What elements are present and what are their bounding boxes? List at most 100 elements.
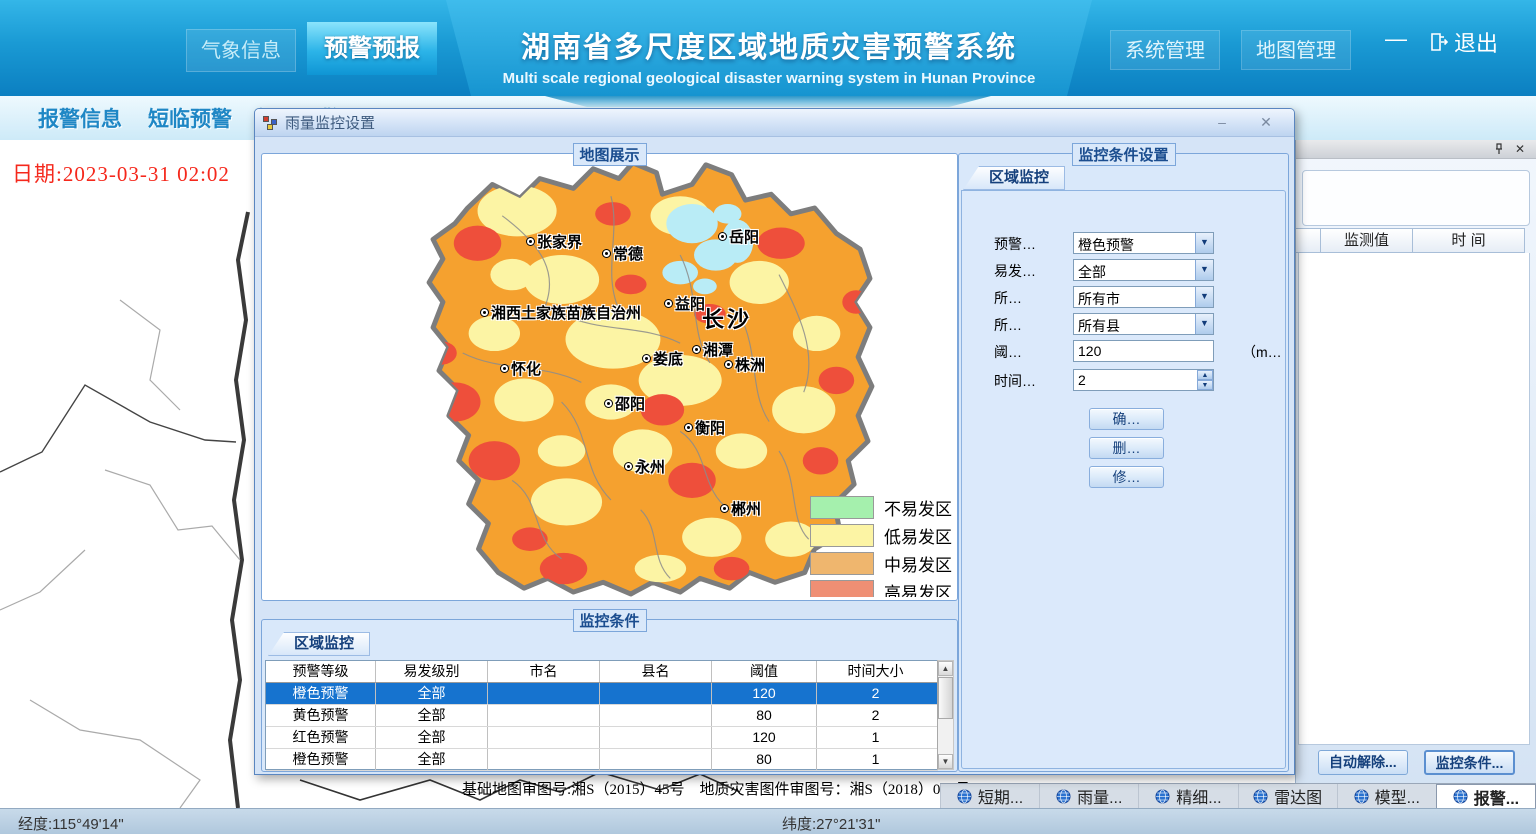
warning-level-select[interactable]: 橙色预警 ▼ (1073, 232, 1214, 254)
nav-button-system-manage[interactable]: 系统管理 (1110, 30, 1220, 70)
city-label: 长沙 (702, 302, 752, 334)
scroll-up-icon[interactable]: ▲ (938, 661, 953, 676)
column-warning-level[interactable]: 预警等级 (266, 661, 376, 682)
city-marker-icon (684, 423, 693, 432)
globe-icon (1354, 789, 1369, 804)
settings-form: 预警… 橙色预警 ▼ 易发… 全部 ▼ 所… 所有市 (961, 190, 1286, 769)
current-date-label: 日期:2023-03-31 02:02 (12, 158, 230, 188)
city-marker-icon (692, 345, 701, 354)
field-label: 所… (994, 288, 1022, 308)
monitor-condition-button[interactable]: 监控条件... (1424, 750, 1516, 775)
column-susceptibility[interactable]: 易发级别 (376, 661, 488, 682)
table-row[interactable]: 黄色预警 全部 80 2 (266, 705, 938, 727)
monitor-conditions-group: 监控条件 区域监控 预警等级 易发级别 市名 县名 阈值 时间大小 橙色预警 全… (261, 619, 958, 772)
window-minimize-button[interactable]: — (1385, 26, 1415, 56)
status-bar: 经度:115°49'14" 纬度:27°21'31" (0, 808, 1536, 834)
spinner-up-icon[interactable]: ▲ (1197, 370, 1213, 380)
taskbar-tab-radar[interactable]: 雷达图 (1238, 784, 1337, 808)
form-icon (263, 116, 277, 130)
column-city[interactable]: 市名 (488, 661, 600, 682)
globe-icon (1453, 789, 1468, 804)
city-marker-icon (604, 399, 613, 408)
dock-table-body (1298, 253, 1530, 745)
region-monitor-tab[interactable]: 区域监控 (963, 166, 1065, 190)
subnav-item-alarm-info[interactable]: 报警信息 (38, 103, 122, 133)
susceptibility-select[interactable]: 全部 ▼ (1073, 259, 1214, 281)
county-select[interactable]: 所有县 ▼ (1073, 313, 1214, 335)
region-monitor-tab[interactable]: 区域监控 (268, 632, 370, 656)
dock-column-monitor-value[interactable]: 监测值 (1321, 228, 1413, 253)
taskbar-tab-label: 模型... (1375, 784, 1420, 808)
select-value: 橙色预警 (1078, 235, 1134, 255)
taskbar-tab-rainfall[interactable]: 雨量... (1039, 784, 1138, 808)
scroll-down-icon[interactable]: ▼ (938, 754, 953, 769)
city-marker-icon (602, 249, 611, 258)
legend-swatch (810, 580, 874, 597)
city-select[interactable]: 所有市 ▼ (1073, 286, 1214, 308)
modify-button[interactable]: 修… (1089, 466, 1164, 488)
dock-titlebar: ✕ (1296, 140, 1536, 159)
subnav-item-nowcast-warning[interactable]: 短临预警 (148, 103, 232, 133)
globe-icon (1155, 789, 1170, 804)
form-row-city: 所… 所有市 ▼ (962, 286, 1285, 308)
banner-bottom-trim (545, 96, 991, 107)
chevron-down-icon[interactable]: ▼ (1195, 314, 1213, 334)
select-value: 全部 (1078, 262, 1106, 282)
dialog-titlebar[interactable]: 雨量监控设置 – ✕ (255, 109, 1294, 137)
field-label: 时间… (994, 371, 1036, 391)
rainfall-monitor-settings-dialog: 雨量监控设置 – ✕ 地图展示 (254, 108, 1295, 775)
field-label: 所… (994, 315, 1022, 335)
nav-tab-weather-info[interactable]: 气象信息 (186, 29, 296, 72)
chevron-down-icon[interactable]: ▼ (1195, 287, 1213, 307)
dock-table-header: 监测值 时 间 (1296, 228, 1536, 253)
spinner-down-icon[interactable]: ▼ (1197, 380, 1213, 390)
dock-close-icon[interactable]: ✕ (1515, 143, 1527, 155)
nav-button-map-manage[interactable]: 地图管理 (1241, 30, 1351, 70)
form-row-time: 时间… 2 ▲ ▼ (962, 369, 1285, 391)
city-label: 株洲 (724, 354, 765, 375)
monitor-settings-group: 监控条件设置 区域监控 预警… 橙色预警 ▼ 易发… 全部 ▼ (958, 153, 1289, 772)
scroll-thumb[interactable] (938, 677, 953, 719)
table-row[interactable]: 橙色预警 全部 80 1 (266, 749, 938, 771)
map-attribution-text: 基础地图审图号:湘S（2015）45号 地质灾害图件审图号：湘S（2018）04… (462, 778, 970, 799)
field-label: 预警… (994, 234, 1036, 254)
legend-row: 不易发区 (810, 495, 952, 520)
delete-button[interactable]: 删… (1089, 437, 1164, 459)
threshold-input[interactable]: 120 (1073, 340, 1214, 362)
taskbar-tab-label: 雨量... (1077, 784, 1122, 808)
bottom-taskbar: 短期... 雨量... 精细... 雷达图 模型... 报警... (940, 783, 1536, 808)
auto-release-button[interactable]: 自动解除... (1318, 750, 1408, 775)
column-time-size[interactable]: 时间大小 (817, 661, 934, 682)
time-size-spinner[interactable]: 2 (1073, 369, 1214, 391)
app-window: 气象信息 预警预报 湖南省多尺度区域地质灾害预警系统 Multi scale r… (0, 0, 1536, 834)
dock-buttons: 自动解除... 监控条件... (1296, 750, 1536, 775)
city-marker-icon (718, 232, 727, 241)
dialog-minimize-button[interactable]: – (1208, 113, 1236, 133)
taskbar-tab-fine[interactable]: 精细... (1138, 784, 1237, 808)
field-label: 阈… (994, 342, 1022, 362)
dock-column-time[interactable]: 时 间 (1413, 228, 1525, 253)
legend-label: 低易发区 (884, 523, 952, 548)
hazard-map[interactable]: 张家界 常德 岳阳 益阳 长沙 湘西土家族苗族自治州 怀化 娄底 湘潭 株洲 邵… (265, 157, 954, 597)
nav-tab-warning-forecast[interactable]: 预警预报 (307, 22, 437, 75)
pin-icon[interactable] (1493, 143, 1505, 155)
dialog-close-button[interactable]: ✕ (1252, 113, 1280, 133)
exit-button[interactable]: 退出 (1428, 26, 1498, 58)
table-scrollbar[interactable]: ▲ ▼ (937, 660, 954, 770)
table-row[interactable]: 橙色预警 全部 120 2 (266, 683, 938, 705)
column-county[interactable]: 县名 (600, 661, 712, 682)
chevron-down-icon[interactable]: ▼ (1195, 260, 1213, 280)
taskbar-tab-model[interactable]: 模型... (1337, 784, 1436, 808)
taskbar-tab-label: 雷达图 (1274, 784, 1322, 808)
taskbar-tab-shortterm[interactable]: 短期... (940, 784, 1039, 808)
city-marker-icon (720, 504, 729, 513)
chevron-down-icon[interactable]: ▼ (1195, 233, 1213, 253)
monitor-settings-group-label: 监控条件设置 (1071, 143, 1175, 166)
table-row[interactable]: 红色预警 全部 120 1 (266, 727, 938, 749)
select-value: 所有县 (1078, 316, 1120, 336)
taskbar-tab-alarm[interactable]: 报警... (1436, 784, 1536, 808)
legend-swatch (810, 552, 874, 575)
taskbar-tab-label: 报警... (1474, 785, 1519, 809)
confirm-button[interactable]: 确… (1089, 408, 1164, 430)
column-threshold[interactable]: 阈值 (712, 661, 817, 682)
